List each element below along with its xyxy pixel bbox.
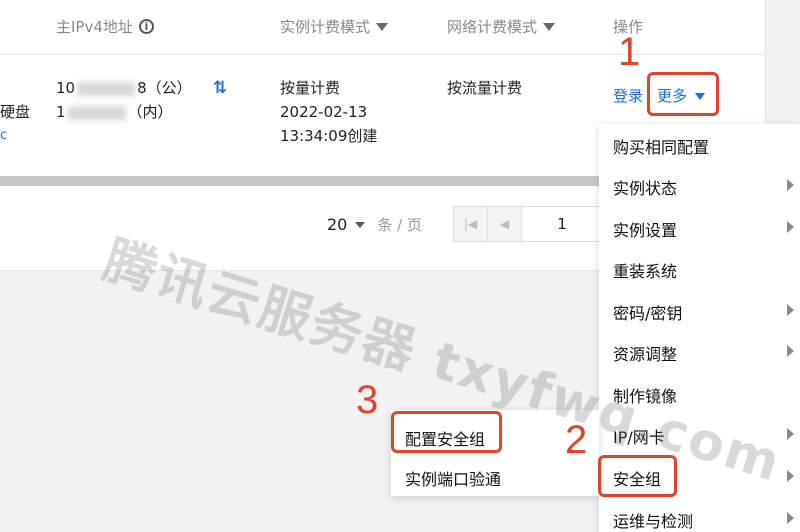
disk-type-fragment: 硬盘 [0,100,30,124]
created-date: 2022-02-13 [280,103,368,121]
chevron-right-icon [787,470,794,482]
ip-public-prefix: 10 [56,79,76,97]
disk-link-fragment-icon[interactable]: c [0,124,7,148]
blurred-ip [77,81,136,96]
header-billing-mode[interactable]: 实例计费模式 [280,16,389,37]
highlight-configure-sg [391,411,502,453]
page-size-unit: 条 / 页 [377,216,422,234]
info-icon[interactable]: i [138,19,154,34]
ip-private-prefix: 1 [56,103,66,121]
chevron-right-icon [787,345,794,357]
created-time: 13:34:09创建 [280,127,378,145]
filter-icon[interactable] [376,22,389,31]
prev-page-icon: ◀ [499,217,510,231]
header-billing-mode-label: 实例计费模式 [280,18,371,36]
first-page-button[interactable]: |◀ [454,207,488,241]
prev-page-button[interactable]: ◀ [488,207,522,241]
ip-private-suffix: （内） [127,103,173,121]
menu-item-make-image[interactable]: 制作镜像 [613,383,677,407]
menu-item-password[interactable]: 密码/密钥 [613,300,682,324]
header-divider [0,54,765,55]
step-number-2: 2 [565,418,588,462]
menu-item-instance-state[interactable]: 实例状态 [613,175,677,199]
network-billing-value: 按流量计费 [447,79,523,97]
header-ipv4: 主IPv4地址 i [56,16,154,37]
disk-text: 硬盘 [0,103,31,121]
menu-item-resize[interactable]: 资源调整 [613,341,677,365]
ip-private: 1 （内） [56,100,173,124]
ip-public-suffix: 8（公） [137,79,192,97]
chevron-right-icon [787,428,794,440]
highlight-security-group [598,455,677,497]
submenu-item-port-check[interactable]: 实例端口验通 [405,466,501,490]
blurred-ip [67,105,126,120]
ip-public: 10 8（公） [56,76,192,100]
login-link[interactable]: 登录 [613,84,643,108]
highlight-more-button [647,72,719,116]
header-network-billing-label: 网络计费模式 [447,18,538,36]
chevron-right-icon [787,179,794,191]
filter-icon[interactable] [543,22,556,31]
header-ipv4-label: 主IPv4地址 [56,18,133,36]
page-number-input[interactable]: 1 [522,207,602,241]
first-page-icon: |◀ [463,217,478,231]
header-network-billing[interactable]: 网络计费模式 [447,16,556,37]
billing-mode-value: 按量计费 [280,79,341,97]
chevron-right-icon [787,512,794,524]
menu-item-reinstall[interactable]: 重装系统 [613,258,677,282]
horizontal-scrollbar[interactable] [0,176,600,186]
menu-item-ops-monitoring[interactable]: 运维与检测 [613,508,693,532]
menu-item-buy-same[interactable]: 购买相同配置 [613,134,709,158]
chevron-right-icon [787,221,794,233]
swap-ip-icon[interactable]: ⇅ [213,78,227,98]
page-size-value: 20 [327,215,348,234]
step-number-1: 1 [618,30,641,74]
page-size-select[interactable]: 20 条 / 页 [327,214,422,235]
chevron-right-icon [787,304,794,316]
menu-item-ip-nic[interactable]: IP/网卡 [613,424,665,448]
caret-down-icon [355,221,366,228]
pagination: |◀ ◀ 1 [453,206,603,242]
step-number-3: 3 [356,378,379,422]
menu-item-instance-settings[interactable]: 实例设置 [613,217,677,241]
